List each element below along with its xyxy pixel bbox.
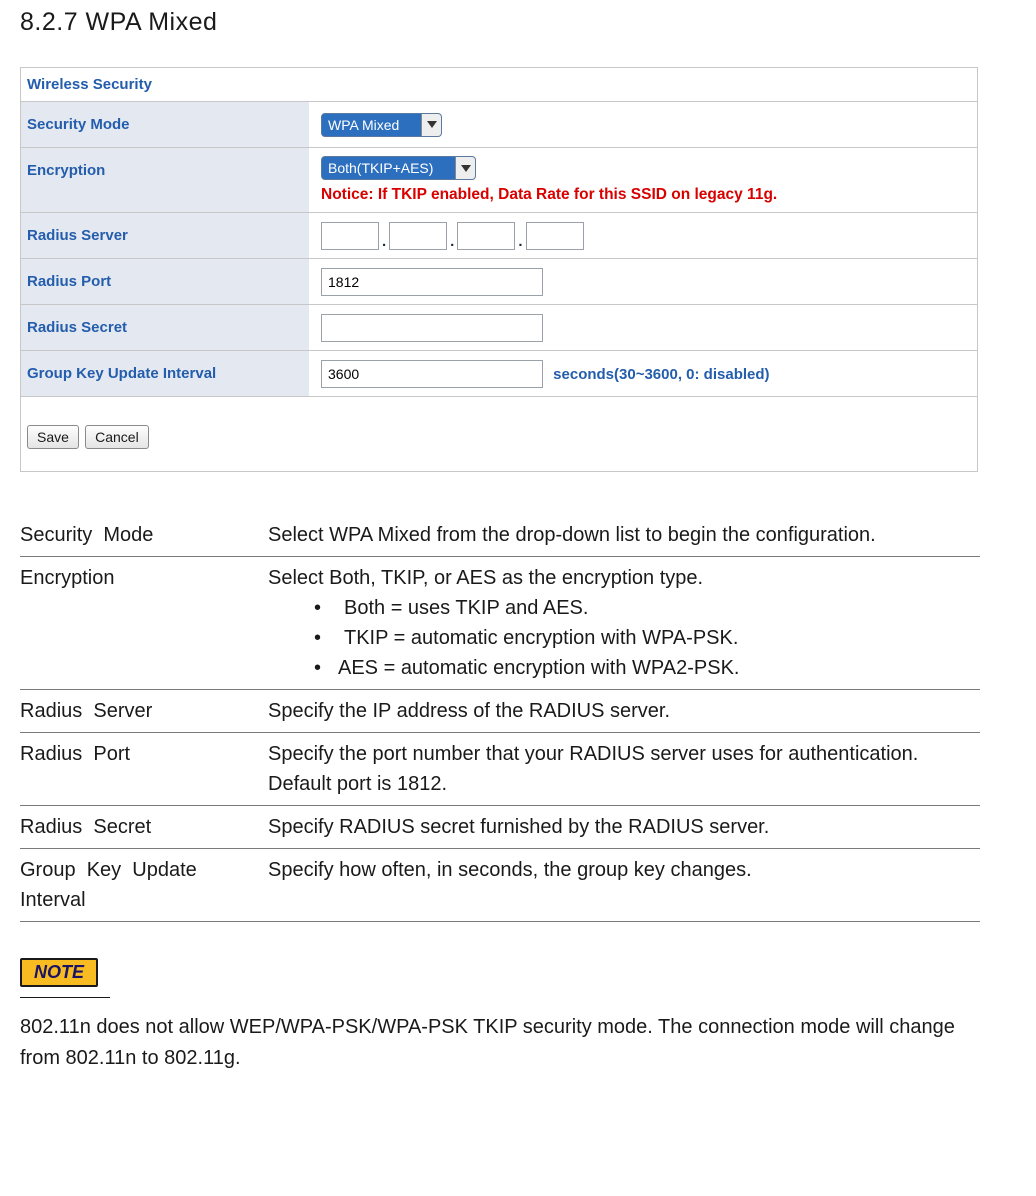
radius-port-label: Radius Port — [21, 259, 309, 305]
radius-port-input[interactable] — [321, 268, 543, 296]
encryption-notice: Notice: If TKIP enabled, Data Rate for t… — [321, 186, 969, 204]
cancel-button[interactable]: Cancel — [85, 425, 149, 449]
desc-term: Radius Server — [20, 690, 268, 733]
desc-term: Radius Port — [20, 733, 268, 806]
panel-title: Wireless Security — [21, 68, 977, 102]
desc-term: Security Mode — [20, 514, 268, 557]
group-key-input[interactable] — [321, 360, 543, 388]
ip-separator: . — [379, 233, 389, 250]
note-underline — [20, 997, 110, 998]
desc-row-radius-secret: Radius Secret Specify RADIUS secret furn… — [20, 806, 980, 849]
desc-text: Specify how often, in seconds, the group… — [268, 849, 980, 922]
description-table: Security Mode Select WPA Mixed from the … — [20, 514, 980, 922]
desc-row-encryption: Encryption Select Both, TKIP, or AES as … — [20, 557, 980, 690]
group-key-suffix: seconds(30~3600, 0: disabled) — [547, 366, 769, 383]
encryption-label: Encryption — [21, 148, 309, 213]
wireless-security-panel: Wireless Security Security Mode WPA Mixe… — [20, 67, 978, 472]
radius-secret-input[interactable] — [321, 314, 543, 342]
security-mode-select[interactable]: WPA Mixed — [321, 113, 442, 137]
radius-server-octet-4[interactable] — [526, 222, 584, 250]
radius-secret-label: Radius Secret — [21, 305, 309, 351]
desc-row-radius-server: Radius Server Specify the IP address of … — [20, 690, 980, 733]
security-mode-label: Security Mode — [21, 102, 309, 148]
config-table: Wireless Security Security Mode WPA Mixe… — [21, 68, 977, 471]
save-button[interactable]: Save — [27, 425, 79, 449]
radius-server-octet-2[interactable] — [389, 222, 447, 250]
note-badge: NOTE — [20, 958, 98, 987]
chevron-down-icon — [455, 157, 475, 179]
radius-server-octet-1[interactable] — [321, 222, 379, 250]
desc-text: Select WPA Mixed from the drop-down list… — [268, 514, 980, 557]
ip-separator: . — [515, 233, 525, 250]
desc-row-radius-port: Radius Port Specify the port number that… — [20, 733, 980, 806]
desc-term: Radius Secret — [20, 806, 268, 849]
group-key-label: Group Key Update Interval — [21, 351, 309, 397]
desc-text: Specify the IP address of the RADIUS ser… — [268, 690, 980, 733]
desc-text: Specify the port number that your RADIUS… — [268, 733, 980, 806]
security-mode-value: WPA Mixed — [328, 117, 399, 133]
desc-text: Specify RADIUS secret furnished by the R… — [268, 806, 980, 849]
encryption-select[interactable]: Both(TKIP+AES) — [321, 156, 476, 180]
desc-row-group-key: Group Key Update Interval Specify how of… — [20, 849, 980, 922]
desc-term: Group Key Update Interval — [20, 849, 268, 922]
chevron-down-icon — [421, 114, 441, 136]
ip-separator: . — [447, 233, 457, 250]
encryption-value: Both(TKIP+AES) — [328, 160, 433, 176]
radius-server-label: Radius Server — [21, 213, 309, 259]
section-heading: 8.2.7 WPA Mixed — [20, 0, 1016, 67]
desc-text: Select Both, TKIP, or AES as the encrypt… — [268, 557, 980, 690]
note-text: 802.11n does not allow WEP/WPA-PSK/WPA-P… — [20, 1012, 988, 1074]
desc-term: Encryption — [20, 557, 268, 690]
desc-row-security-mode: Security Mode Select WPA Mixed from the … — [20, 514, 980, 557]
radius-server-octet-3[interactable] — [457, 222, 515, 250]
